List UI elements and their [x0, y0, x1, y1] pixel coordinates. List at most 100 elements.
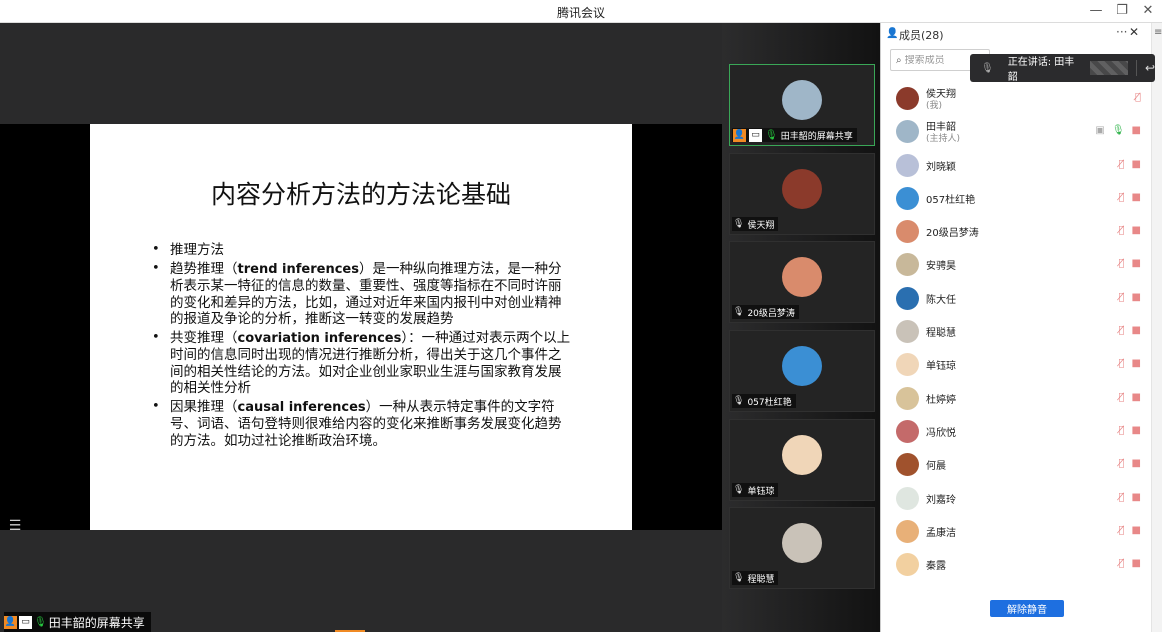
- share-tag-label: 田丰韶的屏幕共享: [48, 615, 145, 630]
- member-name: 057杜红艳: [926, 194, 976, 206]
- member-status: 🎙̸ ■: [1119, 159, 1141, 170]
- close-button[interactable]: ✕: [1140, 2, 1156, 20]
- member-item[interactable]: 田丰韶 (主持人) ▣ 🎙 ■: [881, 115, 1151, 148]
- member-item[interactable]: 侯天翔 (我) 🎙̸: [881, 82, 1151, 115]
- member-item[interactable]: 陈大任 🎙̸ ■: [881, 282, 1151, 315]
- avatar: [896, 519, 919, 543]
- camera-off-icon[interactable]: ■: [1132, 525, 1141, 536]
- video-tile[interactable]: 🎙 侯天翔: [729, 153, 875, 235]
- people-icon: 👤: [886, 28, 899, 39]
- mic-muted-icon[interactable]: 🎙̸: [1119, 358, 1125, 369]
- avatar: [896, 419, 919, 443]
- slide-bullets: 推理方法 趋势推理（trend inferences）是一种纵向推理方法，是一种…: [152, 242, 572, 451]
- camera-off-icon[interactable]: ■: [1132, 125, 1141, 136]
- mic-muted-icon[interactable]: 🎙̸: [1119, 258, 1125, 269]
- more-options-button[interactable]: ···: [1116, 25, 1127, 39]
- minimize-button[interactable]: —: [1088, 2, 1104, 20]
- video-name: 程聪慧: [747, 574, 775, 585]
- mic-muted-icon[interactable]: 🎙̸: [1119, 325, 1125, 336]
- member-status: 🎙̸ ■: [1119, 358, 1141, 369]
- avatar: [896, 220, 919, 244]
- member-name: 冯欣悦: [926, 427, 956, 439]
- avatar: [896, 320, 919, 344]
- member-status: 🎙̸ ■: [1119, 425, 1141, 436]
- member-status: 🎙̸ ■: [1119, 258, 1141, 269]
- speaking-text: 正在讲话: 田丰韶: [1007, 57, 1075, 83]
- mic-muted-icon[interactable]: 🎙̸: [1119, 292, 1125, 303]
- camera-off-icon[interactable]: ■: [1132, 458, 1141, 469]
- video-label: 🎙 侯天翔: [732, 217, 779, 231]
- video-tile[interactable]: 🎙 20级吕梦涛: [729, 241, 875, 323]
- avatar: [896, 353, 919, 377]
- member-name: 孟康洁: [926, 527, 956, 539]
- mic-muted-icon[interactable]: 🎙̸: [1119, 458, 1125, 469]
- mic-muted-icon[interactable]: 🎙̸: [1119, 192, 1125, 203]
- bullet-text: 推理方法: [170, 242, 224, 258]
- slide-bullet: 趋势推理（trend inferences）是一种纵向推理方法，是一种分析表示某…: [152, 261, 572, 328]
- return-icon[interactable]: ↩: [1145, 61, 1155, 75]
- member-item[interactable]: 秦露 🎙̸ ■: [881, 548, 1151, 581]
- member-status: ▣ 🎙 ■: [1095, 125, 1141, 136]
- member-item[interactable]: 20级吕梦涛 🎙̸ ■: [881, 215, 1151, 248]
- avatar: [896, 186, 919, 210]
- window-controls: — ❐ ✕: [1088, 2, 1156, 20]
- restore-button[interactable]: ❐: [1114, 2, 1130, 20]
- mic-muted-icon[interactable]: 🎙̸: [1119, 392, 1125, 403]
- mic-muted-icon[interactable]: 🎙̸: [1119, 492, 1125, 503]
- mic-muted-icon[interactable]: 🎙̸: [1119, 159, 1125, 170]
- camera-off-icon[interactable]: ■: [1132, 492, 1141, 503]
- video-tile[interactable]: 👤 ▭ 🎙 田丰韶的屏幕共享: [729, 64, 875, 146]
- mic-on-icon[interactable]: 🎙: [1112, 125, 1125, 136]
- mic-muted-icon[interactable]: 🎙̸: [1119, 525, 1125, 536]
- avatar: [896, 253, 919, 277]
- slide-bullet: 因果推理（causal inferences）一种从表示特定事件的文字符号、词语…: [152, 399, 572, 450]
- camera-off-icon[interactable]: ■: [1132, 358, 1141, 369]
- bullet-term: causal inferences: [237, 399, 366, 415]
- member-item[interactable]: 冯欣悦 🎙̸ ■: [881, 415, 1151, 448]
- member-status: 🎙̸ ■: [1119, 225, 1141, 236]
- camera-off-icon[interactable]: ■: [1132, 258, 1141, 269]
- member-item[interactable]: 刘晓颖 🎙̸ ■: [881, 149, 1151, 182]
- member-item[interactable]: 安骋昊 🎙̸ ■: [881, 248, 1151, 281]
- camera-off-icon[interactable]: ■: [1132, 192, 1141, 203]
- title-bar: 腾讯会议 — ❐ ✕: [0, 0, 1162, 23]
- avatar: [896, 453, 919, 477]
- member-item[interactable]: 单钰琼 🎙̸ ■: [881, 348, 1151, 381]
- member-item[interactable]: 057杜红艳 🎙̸ ■: [881, 182, 1151, 215]
- unmute-button[interactable]: 解除静音: [990, 600, 1064, 617]
- slide-bullet: 共变推理（covariation inferences）：一种通过对表示两个以上…: [152, 330, 572, 397]
- video-name: 单钰琼: [747, 486, 775, 497]
- member-item[interactable]: 程聪慧 🎙̸ ■: [881, 315, 1151, 348]
- member-item[interactable]: 何晨 🎙̸ ■: [881, 448, 1151, 481]
- camera-off-icon[interactable]: ■: [1132, 392, 1141, 403]
- member-item[interactable]: 刘嘉玲 🎙̸ ■: [881, 482, 1151, 515]
- camera-off-icon[interactable]: ■: [1132, 558, 1141, 569]
- presentation-slide: 内容分析方法的方法论基础 推理方法 趋势推理（trend inferences）…: [90, 124, 632, 530]
- member-name: 何晨: [926, 461, 946, 473]
- speaking-indicator: 🎙 正在讲话: 田丰韶 ↩: [970, 54, 1155, 83]
- mic-muted-icon[interactable]: 🎙̸: [1135, 92, 1141, 103]
- camera-off-icon[interactable]: ■: [1132, 225, 1141, 236]
- avatar: [782, 435, 822, 475]
- menu-icon[interactable]: ≡: [1154, 27, 1162, 38]
- list-toggle-icon[interactable]: ☰: [4, 517, 26, 535]
- camera-off-icon[interactable]: ■: [1132, 425, 1141, 436]
- mic-muted-icon[interactable]: 🎙̸: [1119, 425, 1125, 436]
- member-item[interactable]: 杜婷婷 🎙̸ ■: [881, 382, 1151, 415]
- mic-muted-icon: 🎙: [733, 307, 745, 317]
- video-tile[interactable]: 🎙 程聪慧: [729, 507, 875, 589]
- mic-muted-icon[interactable]: 🎙̸: [1119, 225, 1125, 236]
- camera-off-icon[interactable]: ■: [1132, 292, 1141, 303]
- member-name: 20级吕梦涛: [926, 228, 979, 240]
- member-item[interactable]: 孟康洁 🎙̸ ■: [881, 515, 1151, 548]
- video-tile[interactable]: 🎙 单钰琼: [729, 419, 875, 501]
- member-name: 刘嘉玲: [926, 494, 956, 506]
- mic-muted-icon[interactable]: 🎙̸: [1119, 558, 1125, 569]
- close-panel-button[interactable]: ✕: [1129, 25, 1139, 39]
- camera-off-icon[interactable]: ■: [1132, 159, 1141, 170]
- avatar: [896, 386, 919, 410]
- camera-off-icon[interactable]: ■: [1132, 325, 1141, 336]
- video-tile[interactable]: 🎙 057杜红艳: [729, 330, 875, 412]
- bullet-lead: 因果推理（: [170, 398, 238, 415]
- member-name: 程聪慧: [926, 328, 956, 340]
